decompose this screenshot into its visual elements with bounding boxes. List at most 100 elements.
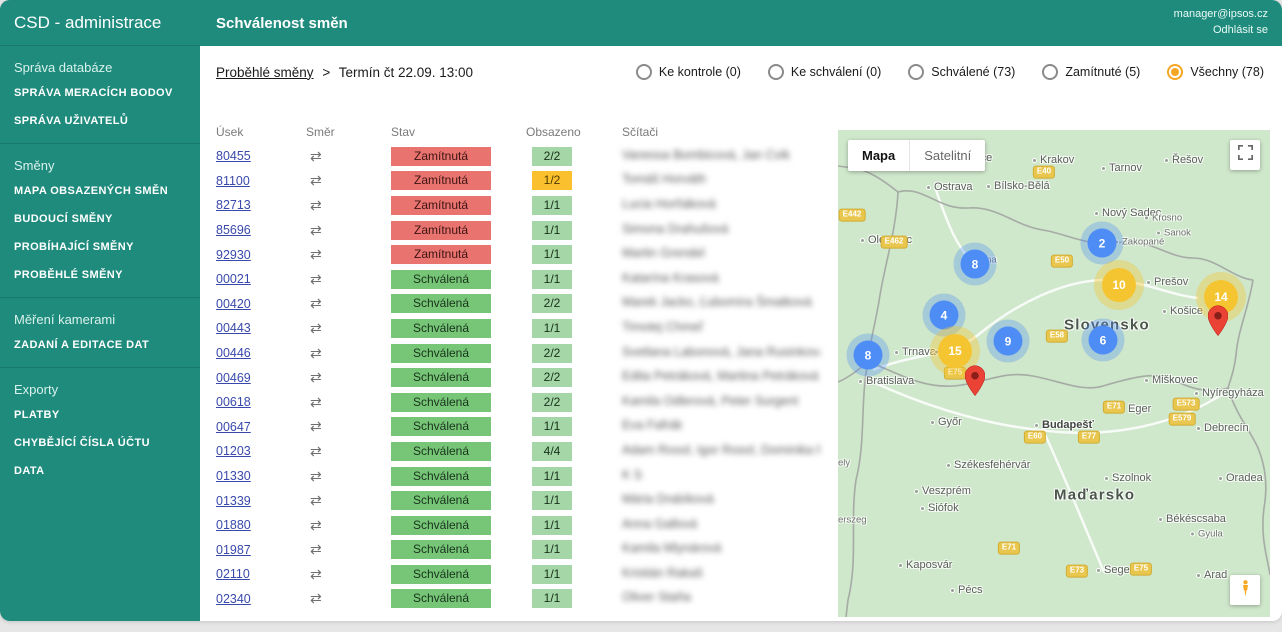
radio-icon (1167, 64, 1183, 80)
city-dot-icon (1196, 426, 1201, 431)
status-badge: Zamítnutá (391, 171, 491, 190)
usek-link[interactable]: 00618 (216, 395, 251, 409)
city-dot-icon (1156, 230, 1161, 235)
counters-names: Martin Grendel (622, 246, 705, 260)
table-row: 01880⇄Schválená1/1Anna Gallová (216, 513, 822, 538)
fullscreen-button[interactable] (1230, 140, 1260, 170)
sidebar-item-spr-va-merac-ch-bodov[interactable]: SPRÁVA MERACÍCH BODOV (0, 79, 200, 107)
table-row: 01203⇄Schválená4/4Adam Rosol, Igor Rosol… (216, 439, 822, 464)
usek-link[interactable]: 92930 (216, 248, 251, 262)
usek-link[interactable]: 00420 (216, 297, 251, 311)
usek-link[interactable]: 01203 (216, 444, 251, 458)
logout-link[interactable]: Odhlásit se (1174, 23, 1268, 39)
direction-both-icon: ⇄ (306, 492, 322, 508)
status-badge: Schválená (391, 319, 491, 338)
marker-cluster[interactable]: 15 (938, 334, 972, 368)
marker-cluster[interactable]: 6 (1089, 326, 1118, 355)
sidebar-section: Správa databázeSPRÁVA MERACÍCH BODOVSPRÁ… (0, 46, 200, 143)
city-dot-icon (1104, 476, 1109, 481)
marker-cluster[interactable]: 8 (854, 341, 883, 370)
sidebar-item-mapa-obsazen-ch-sm-n[interactable]: MAPA OBSAZENÝCH SMĚN (0, 177, 200, 205)
breadcrumb-current: Termín čt 22.09. 13:00 (339, 65, 473, 80)
direction-both-icon: ⇄ (306, 418, 322, 434)
usek-link[interactable]: 02340 (216, 592, 251, 606)
counters-names: Kristián Rakaš (622, 566, 703, 580)
marker-cluster[interactable]: 4 (930, 301, 959, 330)
counters-names: Svetlana Labonová, Jana Rusinková (622, 345, 820, 359)
map-city-label: Zakopané (1114, 237, 1164, 248)
map-city-label: Miškovec (1144, 374, 1198, 386)
usek-link[interactable]: 00469 (216, 371, 251, 385)
pegman-button[interactable] (1230, 575, 1260, 605)
map-panel[interactable]: SlovenskoMaďarskoKatoviceKrakovTarnovŘeš… (838, 130, 1270, 617)
filter-label: Ke schválení (0) (791, 65, 881, 79)
map-city-label: Debrecín (1196, 422, 1249, 434)
usek-link[interactable]: 00446 (216, 346, 251, 360)
occupancy-badge: 2/2 (532, 393, 572, 412)
sidebar-item-prob-haj-c-sm-ny[interactable]: PROBÍHAJÍCÍ SMĚNY (0, 233, 200, 261)
table-row: 80455⇄Zamítnutá2/2Vanessa Bombicová, Jan… (216, 144, 822, 169)
counters-names: Lucia Horňáková (622, 197, 716, 211)
map-pin-icon[interactable] (965, 365, 985, 401)
sidebar-item-data[interactable]: DATA (0, 457, 200, 485)
counters-names: Timotej Chmeľ (622, 320, 703, 334)
sidebar-item-prob-hl-sm-ny[interactable]: PROBĚHLÉ SMĚNY (0, 261, 200, 289)
usek-link[interactable]: 01339 (216, 494, 251, 508)
map-city-label: Řešov (1164, 154, 1203, 166)
map-tab-map[interactable]: Mapa (848, 140, 909, 171)
usek-link[interactable]: 01330 (216, 469, 251, 483)
usek-link[interactable]: 01880 (216, 518, 251, 532)
usek-link[interactable]: 01987 (216, 543, 251, 557)
app-window: Schválenost směn manager@ipsos.cz Odhlás… (0, 0, 1282, 621)
filter-radio-option[interactable]: Schválené (73) (908, 64, 1015, 80)
map-pin-icon[interactable] (1208, 305, 1228, 341)
filter-radio-option[interactable]: Ke kontrole (0) (636, 64, 741, 80)
map-city-label: Ostrava (926, 181, 973, 193)
marker-cluster[interactable]: 10 (1102, 268, 1136, 302)
column-header: Stav (391, 120, 526, 144)
city-dot-icon (1094, 211, 1099, 216)
direction-both-icon: ⇄ (306, 246, 322, 262)
map-city-label: Trnava (894, 346, 936, 358)
usek-link[interactable]: 85696 (216, 223, 251, 237)
user-email: manager@ipsos.cz (1174, 7, 1268, 23)
city-dot-icon (1196, 573, 1201, 578)
map-city-label: Kaposvár (898, 559, 952, 571)
map-city-label: Békéscsaba (1158, 513, 1226, 525)
marker-cluster[interactable]: 8 (961, 250, 990, 279)
usek-link[interactable]: 00021 (216, 272, 251, 286)
city-dot-icon (1164, 158, 1169, 163)
breadcrumb-link[interactable]: Proběhlé směny (216, 65, 314, 80)
filter-radio-option[interactable]: Ke schválení (0) (768, 64, 881, 80)
sidebar-item-budouc-sm-ny[interactable]: BUDOUCÍ SMĚNY (0, 205, 200, 233)
marker-cluster[interactable]: 9 (994, 327, 1023, 356)
city-dot-icon (930, 420, 935, 425)
filter-radio-option[interactable]: Zamítnuté (5) (1042, 64, 1140, 80)
usek-link[interactable]: 82713 (216, 198, 251, 212)
table-header-row: ÚsekSměrStavObsazenoSčítači (216, 120, 822, 144)
table-row: 00446⇄Schválená2/2Svetlana Labonová, Jan… (216, 341, 822, 366)
table-row: 92930⇄Zamítnutá1/1Martin Grendel (216, 242, 822, 267)
city-dot-icon (860, 238, 865, 243)
usek-link[interactable]: 00443 (216, 321, 251, 335)
map-tab-satellite[interactable]: Satelitní (909, 140, 985, 171)
sidebar-item-spr-va-u-ivatel-[interactable]: SPRÁVA UŽIVATELŮ (0, 107, 200, 135)
shift-table-body: 80455⇄Zamítnutá2/2Vanessa Bombicová, Jan… (216, 144, 822, 611)
map-city-label: Košice (1162, 305, 1203, 317)
usek-link[interactable]: 00647 (216, 420, 251, 434)
sidebar-item-zadan-a-editace-dat[interactable]: ZADANÍ A EDITACE DAT (0, 331, 200, 359)
usek-link[interactable]: 80455 (216, 149, 251, 163)
map-city-label: Bílsko-Bělá (986, 180, 1050, 192)
sidebar-nav: Správa databázeSPRÁVA MERACÍCH BODOVSPRÁ… (0, 46, 200, 493)
usek-link[interactable]: 02110 (216, 567, 250, 581)
map-city-label: Veszprém (914, 485, 971, 497)
map-city-label: Oradea (1218, 472, 1263, 484)
table-row: 02340⇄Schválená1/1Oliver Staňa (216, 587, 822, 612)
usek-link[interactable]: 81100 (216, 174, 250, 188)
direction-both-icon: ⇄ (306, 394, 322, 410)
city-dot-icon (920, 506, 925, 511)
marker-cluster[interactable]: 2 (1088, 229, 1117, 258)
sidebar-item-chyb-j-c-sla-tu[interactable]: CHYBĚJÍCÍ ČÍSLA ÚČTU (0, 429, 200, 457)
sidebar-item-platby[interactable]: PLATBY (0, 401, 200, 429)
filter-radio-option[interactable]: Všechny (78) (1167, 64, 1264, 80)
